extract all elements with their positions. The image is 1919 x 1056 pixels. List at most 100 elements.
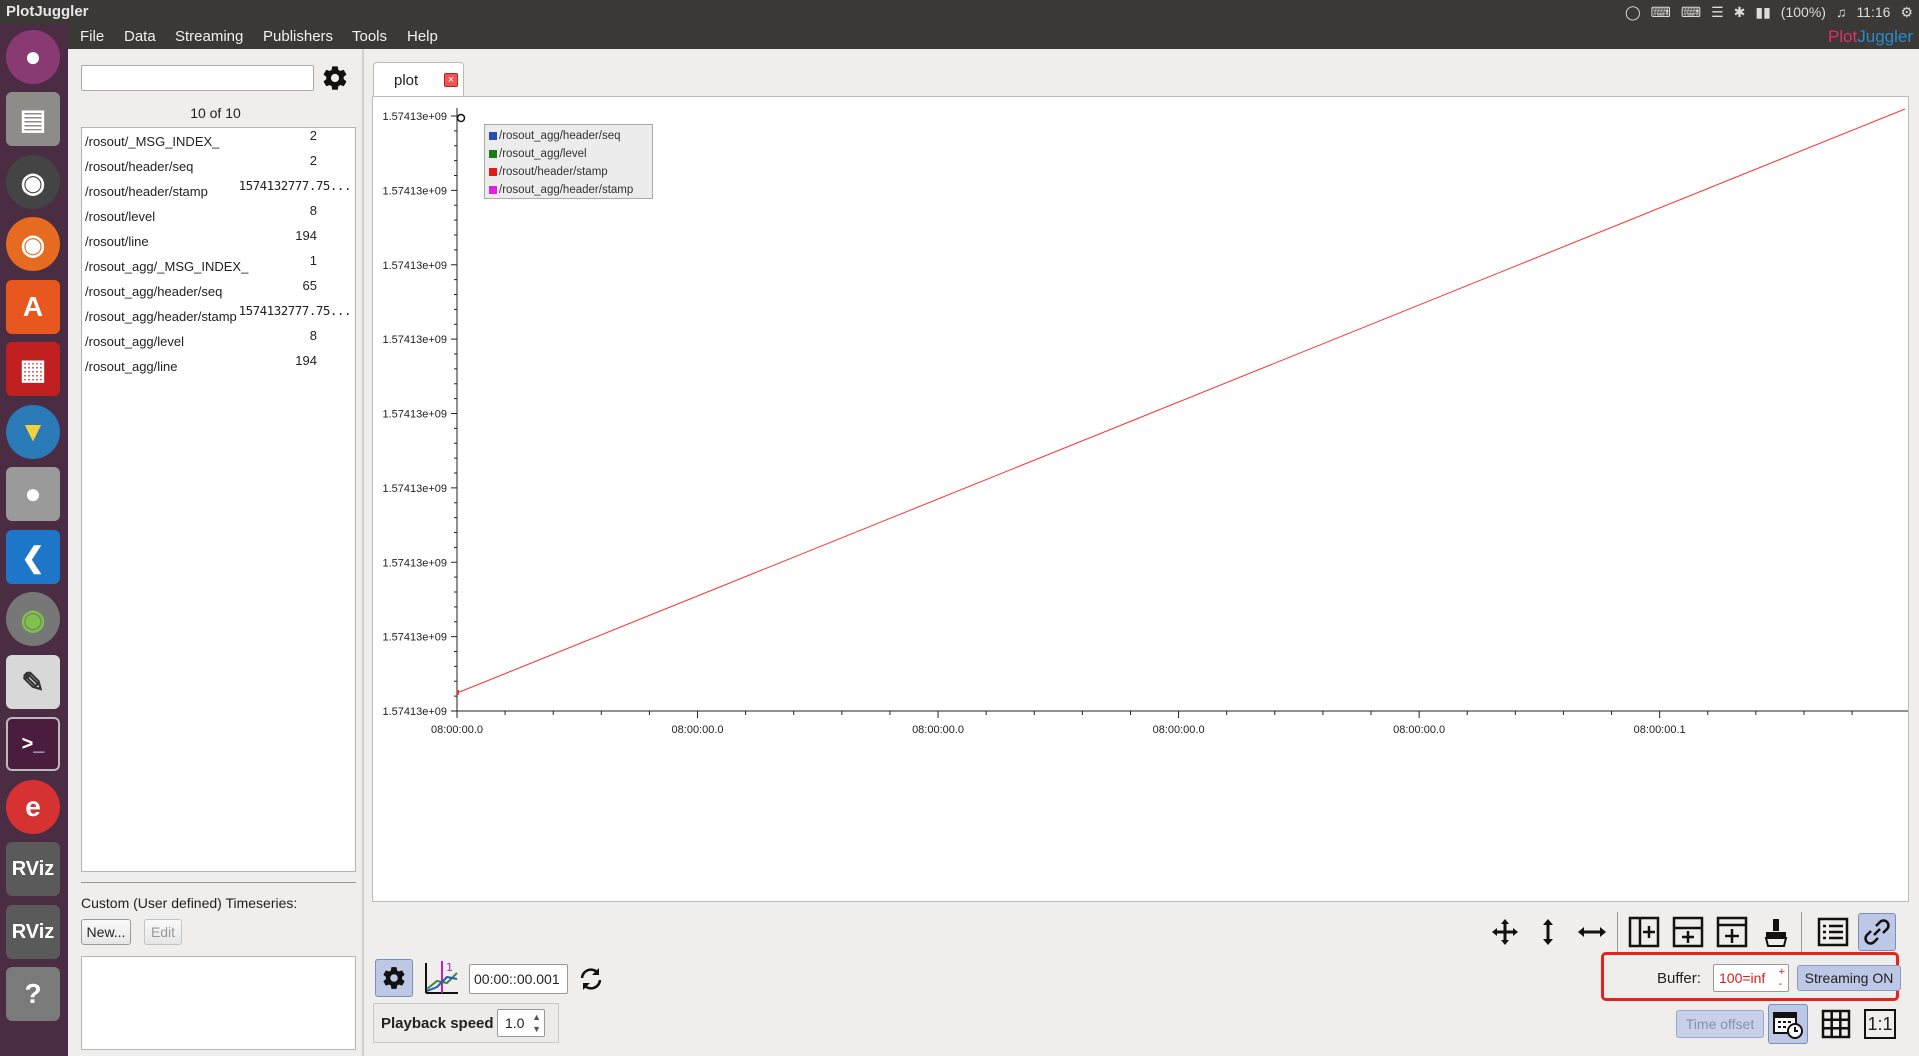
time-tracker-icon[interactable]: 1: [421, 958, 461, 998]
menu-tools[interactable]: Tools: [352, 28, 387, 45]
buffer-label: Buffer:: [1657, 970, 1701, 987]
time-offset-button[interactable]: Time offset: [1676, 1010, 1764, 1038]
series-start-marker: [457, 690, 459, 695]
firefox-icon[interactable]: ◉: [6, 217, 60, 271]
settings-gear-button[interactable]: [320, 63, 350, 93]
grid-icon[interactable]: [1816, 1004, 1856, 1044]
eye-icon[interactable]: ◉: [6, 592, 60, 646]
toolbar-divider: [1801, 912, 1802, 952]
zoom-horizontal-icon[interactable]: [1572, 912, 1612, 952]
list-item[interactable]: /rosout_agg/_MSG_INDEX_ 1: [82, 253, 355, 278]
spin-arrows-icon[interactable]: ▲ ▼: [532, 1011, 541, 1035]
clear-brush-icon[interactable]: [1756, 912, 1796, 952]
clock[interactable]: 11:16: [1856, 4, 1890, 20]
camera-icon[interactable]: ●: [6, 467, 60, 521]
list-item[interactable]: /rosout/header/seq 2: [82, 153, 355, 178]
y-tick-label: 1.57413e+09: [382, 111, 447, 123]
list-item[interactable]: /rosout/level 8: [82, 203, 355, 228]
menu-publishers[interactable]: Publishers: [263, 28, 333, 45]
timeseries-list[interactable]: /rosout/_MSG_INDEX_ 2 /rosout/header/seq 2…: [81, 127, 356, 872]
edit-custom-button[interactable]: Edit: [144, 919, 182, 945]
list-item[interactable]: /rosout/line 194: [82, 228, 355, 253]
menu-bar: File Data Streaming Publishers Tools Hel…: [68, 24, 1919, 49]
files-icon[interactable]: ▤: [6, 92, 60, 146]
x-tick-label: 08:00:00.0: [1393, 724, 1445, 736]
series-line: [456, 108, 1906, 694]
list-item[interactable]: /rosout_agg/line 194: [82, 353, 355, 378]
plot-area[interactable]: 1.57413e+09 1.57413e+09 1.57413e+09 1.57413…: [372, 96, 1911, 902]
system-top-bar: PlotJuggler ◯ ⌨ ⌨ ☰ ✱ ▮▮ (100%) ♫ 11:16 …: [0, 0, 1919, 24]
battery-icon[interactable]: ▮▮: [1755, 4, 1770, 21]
legend-entry[interactable]: /rosout_agg/header/seq: [489, 127, 620, 144]
rviz-icon[interactable]: RViz: [6, 905, 60, 959]
plotjuggler-icon[interactable]: ▦: [6, 342, 60, 396]
timeseries-filter-input[interactable]: [81, 65, 314, 91]
wifi-icon[interactable]: ☰: [1711, 4, 1724, 21]
close-tab-icon[interactable]: ×: [444, 73, 458, 87]
legend-swatch: [489, 131, 497, 140]
spin-arrows-icon[interactable]: + -: [1779, 966, 1785, 990]
custom-timeseries-list[interactable]: [81, 956, 356, 1050]
terminal-icon[interactable]: >_: [6, 717, 60, 771]
window-title: PlotJuggler: [6, 3, 89, 20]
vscode-icon[interactable]: ❮: [6, 530, 60, 584]
list-item[interactable]: /rosout/header/stamp 1574132777.75...: [82, 178, 355, 203]
move-all-icon[interactable]: [1485, 912, 1525, 952]
list-item[interactable]: /rosout/_MSG_INDEX_ 2: [82, 128, 355, 153]
toolbar-divider: [1617, 912, 1618, 952]
brand-logo: PlotJuggler: [1827, 27, 1913, 46]
y-tick-label: 1.57413e+09: [382, 557, 447, 569]
accessibility-icon[interactable]: ◯: [1625, 4, 1641, 21]
y-tick-label: 1.57413e+09: [382, 409, 447, 421]
zoom-vertical-icon[interactable]: [1528, 912, 1568, 952]
list-item[interactable]: /rosout_agg/header/stamp 1574132777.75...: [82, 303, 355, 328]
software-center-icon[interactable]: A: [6, 280, 60, 334]
list-item[interactable]: /rosout_agg/header/seq 65: [82, 278, 355, 303]
volume-icon[interactable]: ♫: [1836, 4, 1847, 20]
add-tab-icon[interactable]: [1712, 912, 1752, 952]
playback-settings-button[interactable]: [375, 959, 413, 997]
lantern-icon[interactable]: ▼: [6, 405, 60, 459]
reset-time-icon[interactable]: [571, 959, 611, 999]
split-horizontal-icon[interactable]: [1624, 912, 1664, 952]
system-tray: ◯ ⌨ ⌨ ☰ ✱ ▮▮ (100%) ♫ 11:16 ⚙: [1625, 2, 1913, 22]
panel-splitter[interactable]: [362, 49, 364, 1056]
x-tick-label: 08:00:00.0: [1153, 724, 1205, 736]
plot-chart[interactable]: 1.57413e+09 1.57413e+09 1.57413e+09 1.57413…: [373, 97, 1911, 901]
legend-swatch: [489, 185, 497, 194]
help-icon[interactable]: ?: [6, 967, 60, 1021]
x-tick-label: 08:00:00.1: [1634, 724, 1686, 736]
legend-entry[interactable]: /rosout_agg/level: [489, 145, 587, 162]
rviz-icon[interactable]: RViz: [6, 842, 60, 896]
menu-data[interactable]: Data: [124, 28, 156, 45]
playback-speed-spinbox[interactable]: 1.0 ▲ ▼: [497, 1009, 545, 1037]
y-tick-label: 1.57413e+09: [382, 334, 447, 346]
gear-icon: [323, 66, 347, 90]
gear-icon[interactable]: ⚙: [1900, 4, 1913, 21]
bluetooth-icon[interactable]: ✱: [1734, 4, 1746, 21]
disk-icon[interactable]: ◉: [6, 155, 60, 209]
legend-entry[interactable]: /rosout_agg/header/stamp: [489, 181, 633, 198]
new-custom-button[interactable]: New...: [81, 919, 131, 945]
link-axes-button[interactable]: [1858, 913, 1896, 951]
list-item[interactable]: /rosout_agg/level 8: [82, 328, 355, 353]
date-time-button[interactable]: [1768, 1004, 1808, 1044]
keyboard-layout-icon[interactable]: ⌨: [1681, 4, 1701, 21]
tab-plot[interactable]: plot ×: [373, 62, 464, 96]
streaming-toggle-button[interactable]: Streaming ON: [1797, 965, 1901, 991]
menu-help[interactable]: Help: [407, 28, 438, 45]
menu-streaming[interactable]: Streaming: [175, 28, 243, 45]
legend-entry[interactable]: /rosout/header/stamp: [489, 163, 608, 180]
buffer-spinbox[interactable]: 100=inf + -: [1713, 964, 1789, 992]
plot-legend[interactable]: /rosout_agg/header/seq /rosout_agg/level…: [484, 124, 653, 199]
keyboard-icon[interactable]: ⌨: [1651, 4, 1671, 21]
app-icon[interactable]: e: [6, 780, 60, 834]
menu-file[interactable]: File: [80, 28, 104, 45]
ratio-button[interactable]: 1:1: [1860, 1004, 1900, 1044]
time-field[interactable]: 00:00::00.001: [469, 964, 568, 994]
split-vertical-icon[interactable]: [1668, 912, 1708, 952]
ubuntu-icon[interactable]: ●: [6, 30, 60, 84]
text-editor-icon[interactable]: ✎: [6, 655, 60, 709]
tracker-point: [456, 113, 466, 123]
list-view-icon[interactable]: [1813, 912, 1853, 952]
